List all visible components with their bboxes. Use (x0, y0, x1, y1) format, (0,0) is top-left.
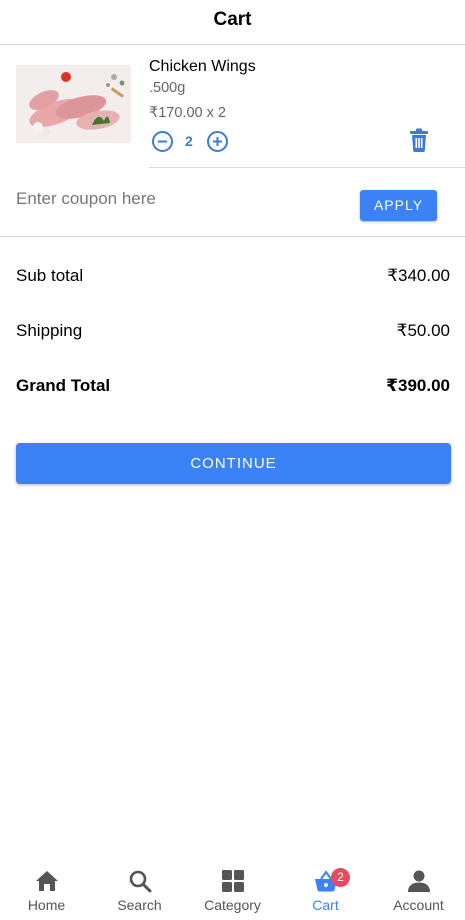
page-title: Cart (213, 9, 252, 30)
quantity-stepper: 2 (152, 131, 232, 153)
subtotal-label: Sub total (16, 266, 84, 285)
nav-item-search[interactable]: Search (93, 862, 186, 920)
decrement-button[interactable] (152, 131, 173, 152)
grand-total-row: Grand Total ₹390.00 (16, 376, 450, 402)
chicken-wings-image (16, 65, 131, 143)
cart-item: Chicken Wings .500g ₹170.00 x 2 2 (0, 45, 465, 169)
item-name[interactable]: Chicken Wings (149, 58, 256, 76)
item-divider (149, 167, 465, 168)
coupon-input[interactable] (16, 189, 316, 209)
home-icon (36, 871, 58, 891)
nav-item-category[interactable]: Category (186, 862, 279, 920)
plus-icon (213, 137, 222, 146)
trash-icon (410, 128, 428, 152)
nav-item-cart[interactable]: 2 Cart (279, 862, 372, 920)
bottom-nav: Home Search Category 2 Cart Account (0, 862, 465, 920)
coupon-row: APPLY (0, 169, 465, 237)
quantity-value: 2 (185, 133, 193, 149)
nav-label-search: Search (117, 897, 162, 913)
nav-label-category: Category (204, 897, 261, 913)
apply-coupon-button[interactable]: APPLY (360, 190, 437, 221)
grand-total-label: Grand Total (16, 376, 111, 395)
search-icon (129, 870, 152, 893)
grand-total-value: ₹390.00 (386, 376, 450, 395)
subtotal-value: ₹340.00 (387, 266, 450, 285)
cart-count-badge: 2 (331, 868, 350, 887)
person-icon (408, 870, 430, 892)
shipping-label: Shipping (16, 321, 83, 340)
nav-item-home[interactable]: Home (0, 862, 93, 920)
delete-item-button[interactable] (408, 128, 430, 152)
shipping-value: ₹50.00 (396, 321, 450, 340)
item-price: ₹170.00 x 2 (149, 105, 226, 121)
nav-label-cart: Cart (312, 897, 339, 913)
minus-icon (158, 140, 167, 143)
item-weight: .500g (149, 80, 186, 96)
nav-item-account[interactable]: Account (372, 862, 465, 920)
increment-button[interactable] (207, 131, 228, 152)
nav-label-account: Account (393, 897, 444, 913)
subtotal-row: Sub total ₹340.00 (16, 266, 450, 292)
nav-label-home: Home (27, 897, 66, 913)
shipping-row: Shipping ₹50.00 (16, 321, 450, 347)
continue-button[interactable]: CONTINUE (16, 443, 451, 484)
app-header: Cart (0, 0, 465, 45)
grid-icon (222, 870, 244, 892)
product-image[interactable] (16, 65, 131, 143)
